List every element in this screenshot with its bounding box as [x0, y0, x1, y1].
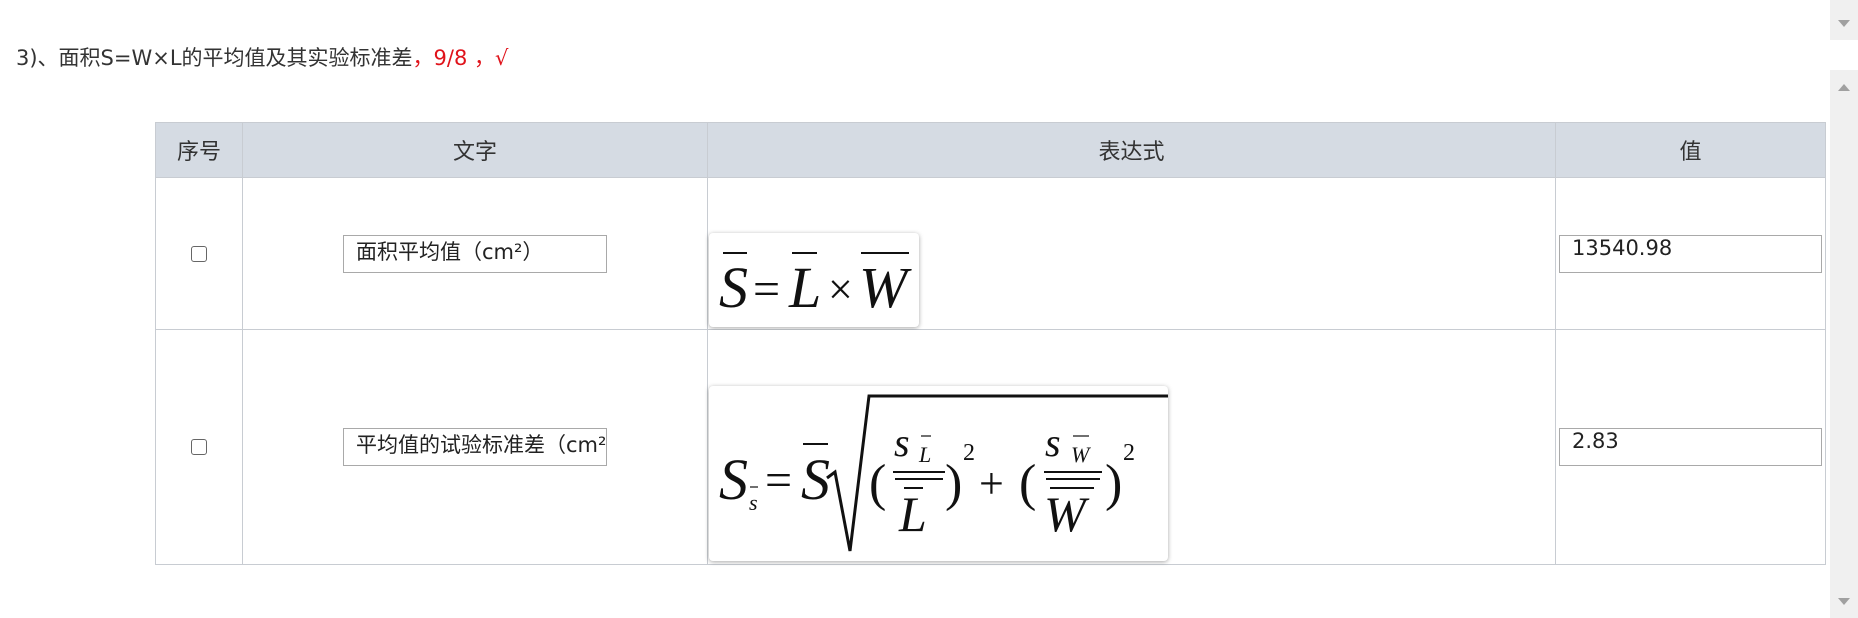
svg-text:W: W — [1044, 486, 1090, 542]
svg-text:L: L — [788, 255, 821, 320]
value-field[interactable]: 2.83 — [1559, 428, 1822, 466]
question-score: ，9/8 ，√ — [412, 46, 509, 70]
svg-text:S: S — [801, 447, 830, 512]
text-field[interactable]: 平均值的试验标准差（cm²） — [343, 428, 607, 466]
svg-text:s: s — [894, 420, 910, 465]
content-scrollbar[interactable] — [1830, 70, 1858, 618]
text-field-value: 面积平均值（cm²） — [356, 239, 544, 264]
svg-text:L: L — [918, 442, 931, 467]
header-index: 序号 — [155, 122, 243, 178]
svg-text:+: + — [979, 459, 1004, 508]
svg-text:S: S — [719, 447, 748, 512]
scroll-down-arrow-icon[interactable] — [1838, 598, 1850, 605]
svg-text:×: × — [828, 265, 853, 314]
value-cell: 13540.98 — [1555, 177, 1826, 330]
svg-text:=: = — [765, 454, 792, 507]
value-field-value: 2.83 — [1572, 429, 1619, 453]
scroll-down-arrow-icon[interactable] — [1838, 20, 1850, 27]
row-checkbox[interactable] — [191, 439, 207, 455]
svg-text:L: L — [898, 486, 927, 542]
value-cell: 2.83 — [1555, 329, 1826, 565]
svg-text:s: s — [1045, 420, 1061, 465]
svg-text:W: W — [1071, 442, 1091, 467]
text-field-value: 平均值的试验标准差（cm²） — [356, 433, 607, 457]
table-header-row: 序号 文字 表达式 值 — [155, 122, 1826, 178]
row-select-cell — [155, 177, 243, 330]
formula-std-dev[interactable]: S s = S ( s L L) 2 + (s W W) 2 — [709, 386, 1168, 561]
header-value: 值 — [1555, 122, 1826, 178]
svg-text:s: s — [749, 490, 758, 515]
outer-scrollbar[interactable] — [1830, 0, 1858, 40]
svg-text:W: W — [859, 255, 912, 320]
text-cell: 面积平均值（cm²） — [242, 177, 708, 330]
table-row: 平均值的试验标准差（cm²） S s = S (s L L) 2 + (s… — [155, 329, 1826, 565]
text-cell: 平均值的试验标准差（cm²） — [242, 329, 708, 565]
row-select-cell — [155, 329, 243, 565]
svg-text:(: ( — [1019, 455, 1036, 512]
header-expression: 表达式 — [707, 122, 1556, 178]
text-field[interactable]: 面积平均值（cm²） — [343, 234, 607, 273]
question-text: 3)、面积S=W×L的平均值及其实验标准差 — [16, 46, 413, 70]
table-row: 面积平均值（cm²） S = L × W 13540.98 — [155, 177, 1826, 330]
svg-text:S: S — [719, 255, 748, 320]
svg-text:): ) — [1105, 455, 1122, 512]
expression-cell: S = L × W — [707, 177, 1556, 330]
scroll-up-arrow-icon[interactable] — [1838, 84, 1850, 91]
results-table: 序号 文字 表达式 值 面积平均值（cm²） S = L × W 13540.9… — [155, 122, 1826, 565]
expression-cell: S s = S ( s L L) 2 + (s W W) 2 — [707, 329, 1556, 565]
svg-text:2: 2 — [1123, 440, 1135, 466]
question-title: 3)、面积S=W×L的平均值及其实验标准差，9/8 ，√ — [16, 42, 508, 72]
svg-text:(: ( — [869, 455, 886, 512]
formula-area-mean[interactable]: S = L × W — [709, 233, 919, 327]
row-checkbox[interactable] — [191, 245, 207, 262]
value-field[interactable]: 13540.98 — [1559, 234, 1822, 273]
header-text: 文字 — [242, 122, 708, 178]
value-field-value: 13540.98 — [1572, 235, 1673, 260]
svg-text:): ) — [945, 455, 962, 512]
svg-text:=: = — [753, 263, 780, 316]
svg-text:2: 2 — [963, 440, 975, 466]
